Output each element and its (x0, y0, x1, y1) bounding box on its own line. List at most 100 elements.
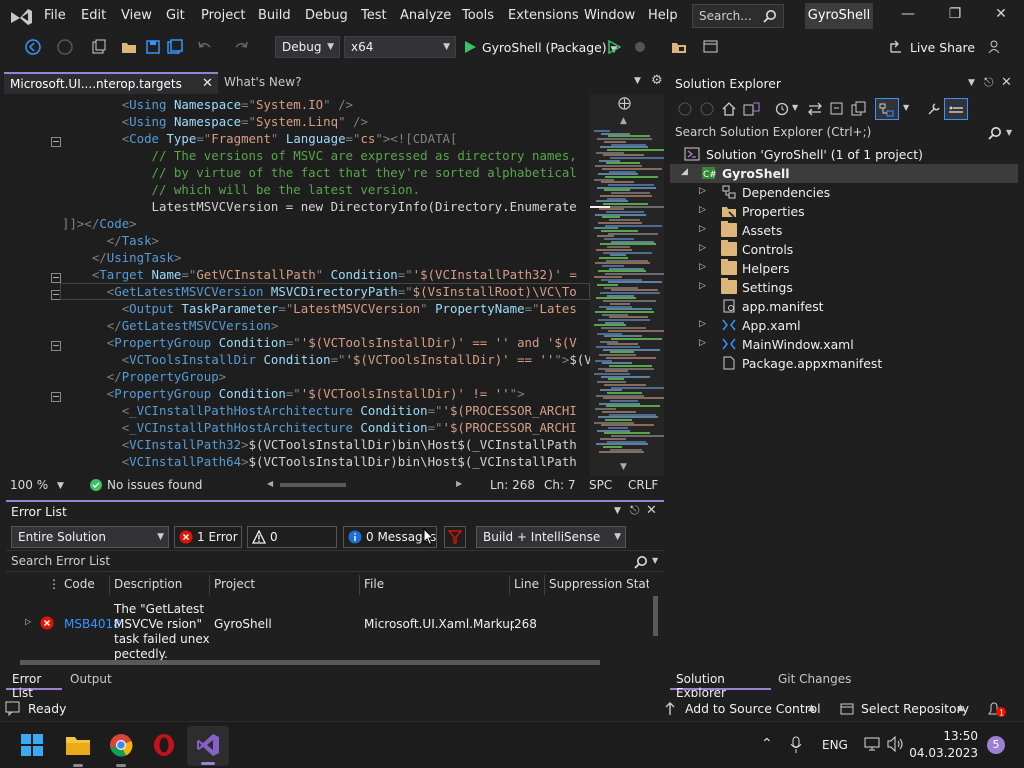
pin-icon[interactable]: ⎋ (630, 503, 640, 518)
live-share-icon[interactable] (888, 38, 906, 56)
pin-icon[interactable]: ⎋ (984, 75, 994, 90)
warnings-filter-button[interactable]: 0 Warnings (247, 526, 337, 564)
horizontal-scrollbar-thumb[interactable] (20, 660, 600, 665)
tree-item-app-xaml[interactable]: ▷ App.xaml (670, 316, 1018, 335)
select-repository[interactable]: Select Repository (861, 701, 969, 716)
panel-options-icon[interactable]: ▼ (614, 506, 621, 516)
menu-window[interactable]: Window (584, 8, 635, 23)
save-all-icon[interactable] (166, 38, 184, 56)
home-icon[interactable] (721, 101, 737, 117)
column-header-line[interactable]: Line (510, 575, 545, 595)
whitespace-indicator[interactable]: SPC (589, 478, 612, 492)
menu-test[interactable]: Test (361, 8, 387, 23)
column-header-file[interactable]: File (360, 575, 510, 595)
scroll-down-icon[interactable]: ▼ (620, 462, 627, 472)
zoom-level[interactable]: 100 % (10, 478, 48, 492)
expand-arrow-icon[interactable]: ▷ (699, 281, 706, 291)
notification-badge[interactable]: 5 (987, 736, 1005, 754)
open-folder-icon[interactable] (120, 38, 138, 56)
tree-item-package-appxmanifest[interactable]: Package.appxmanifest (670, 354, 1018, 373)
menu-edit[interactable]: Edit (81, 8, 106, 23)
start-debugging-icon[interactable] (463, 40, 477, 54)
clock-time[interactable]: 13:50 (918, 729, 978, 743)
volume-icon[interactable] (887, 736, 905, 752)
menu-tools[interactable]: Tools (462, 8, 494, 23)
chrome-icon[interactable] (109, 733, 133, 757)
expand-arrow-icon[interactable]: ▷ (699, 319, 706, 329)
fold-marker-icon[interactable] (51, 392, 61, 402)
maximize-button[interactable]: ❐ (935, 6, 975, 28)
menu-analyze[interactable]: Analyze (400, 8, 451, 23)
zoom-dropdown-icon[interactable]: ▼ (57, 481, 64, 491)
network-icon[interactable] (864, 736, 880, 752)
tab-solution-explorer[interactable]: Solution Explorer (670, 668, 771, 700)
tree-solution-node[interactable]: Solution 'GyroShell' (1 of 1 project) (670, 145, 1018, 164)
issues-indicator[interactable]: No issues found (107, 478, 202, 492)
sort-icon[interactable]: ⋮ (48, 575, 60, 595)
tab-output[interactable]: Output (70, 672, 112, 686)
live-share-label[interactable]: Live Share (910, 40, 975, 55)
preview-selected-items-toggle[interactable] (875, 98, 899, 120)
forward-icon[interactable] (699, 101, 715, 117)
sync-with-document-icon[interactable] (807, 101, 823, 117)
redo-icon[interactable] (232, 38, 250, 56)
pending-changes-filter-icon[interactable] (774, 101, 790, 117)
close-tab-icon[interactable]: ✕ (202, 76, 213, 91)
close-panel-icon[interactable]: ✕ (1001, 75, 1012, 90)
scroll-up-icon[interactable]: ▲ (620, 116, 627, 126)
navigate-forward-icon[interactable] (56, 38, 74, 56)
new-project-icon[interactable] (90, 38, 108, 56)
input-language[interactable]: ENG (822, 738, 848, 752)
error-code-link[interactable]: MSB4018 (64, 617, 121, 631)
tree-item-mainwindow-xaml[interactable]: ▷ MainWindow.xaml (670, 335, 1018, 354)
expand-arrow-icon[interactable]: ▷ (699, 243, 706, 253)
expand-row-icon[interactable]: ▷ (25, 617, 31, 626)
split-editor-icon[interactable]: ⨁ (618, 96, 631, 111)
expand-arrow-icon[interactable]: ▷ (699, 224, 706, 234)
tracking-toggle[interactable] (944, 98, 968, 120)
column-header-code[interactable]: Code (60, 575, 110, 595)
search-box[interactable]: Search... (692, 4, 784, 28)
show-hidden-icons-icon[interactable]: ⌃ (761, 736, 773, 752)
filter-dropdown-icon[interactable]: ▼ (792, 103, 798, 112)
run-target-button[interactable]: GyroShell (Package) ▼ (482, 40, 617, 55)
file-explorer-icon[interactable] (65, 734, 91, 756)
error-search-box[interactable]: Search Error List ▼ (6, 550, 664, 572)
expand-arrow-icon[interactable]: ▷ (699, 338, 706, 348)
show-all-files-icon[interactable] (851, 101, 867, 117)
menu-view[interactable]: View (121, 8, 152, 23)
tab-whats-new[interactable]: What's New? (224, 75, 301, 89)
start-without-debugging-icon[interactable] (607, 40, 621, 54)
windows-start-icon[interactable] (21, 734, 43, 756)
platform-combo[interactable]: x64 ▼ (344, 36, 456, 58)
line-ending-indicator[interactable]: CRLF (628, 478, 658, 492)
code-editor[interactable]: <Using Namespace="System.IO" /> <Using N… (0, 94, 664, 476)
menu-extensions[interactable]: Extensions (508, 8, 579, 23)
menu-build[interactable]: Build (258, 8, 291, 23)
microphone-icon[interactable] (790, 736, 802, 754)
column-header-suppression-state[interactable]: Suppression State (545, 575, 649, 595)
horizontal-scrollbar-thumb[interactable] (280, 483, 346, 487)
vertical-scrollbar[interactable] (651, 582, 660, 646)
close-window-button[interactable]: ✕ (981, 6, 1021, 28)
layout-icon[interactable] (702, 38, 720, 56)
clock-date[interactable]: 04.03.2023 (905, 746, 978, 760)
attach-icon[interactable] (632, 38, 650, 56)
tab-interop-targets[interactable]: Microsoft.UI....nterop.targets ✕ (4, 72, 218, 94)
add-to-source-control[interactable]: Add to Source Control (685, 701, 821, 716)
column-indicator[interactable]: Ch: 7 (544, 478, 575, 492)
fold-marker-icon[interactable] (51, 137, 61, 147)
tree-item-settings[interactable]: ▷ Settings (670, 278, 1018, 297)
repository-menu-icon[interactable]: ▲ (957, 703, 964, 713)
minimap-scrollbar[interactable]: ⨁ ▲ ▼ (590, 94, 664, 476)
menu-file[interactable]: File (44, 8, 66, 23)
solution-search-box[interactable]: Search Solution Explorer (Ctrl+;) ▼ (670, 123, 1018, 143)
opera-icon[interactable] (152, 733, 176, 757)
fold-marker-icon[interactable] (51, 341, 61, 351)
tree-project-node[interactable]: ◢ C# GyroShell (670, 164, 1018, 183)
tree-item-dependencies[interactable]: ▷ Dependencies (670, 183, 1018, 202)
back-icon[interactable] (677, 101, 693, 117)
table-row[interactable]: ▷ MSB4018 The "GetLatestMSVCVe rsion" ta… (6, 596, 646, 661)
tree-item-controls[interactable]: ▷ Controls (670, 240, 1018, 259)
notifications-bell-icon[interactable]: 1 (986, 700, 1008, 718)
